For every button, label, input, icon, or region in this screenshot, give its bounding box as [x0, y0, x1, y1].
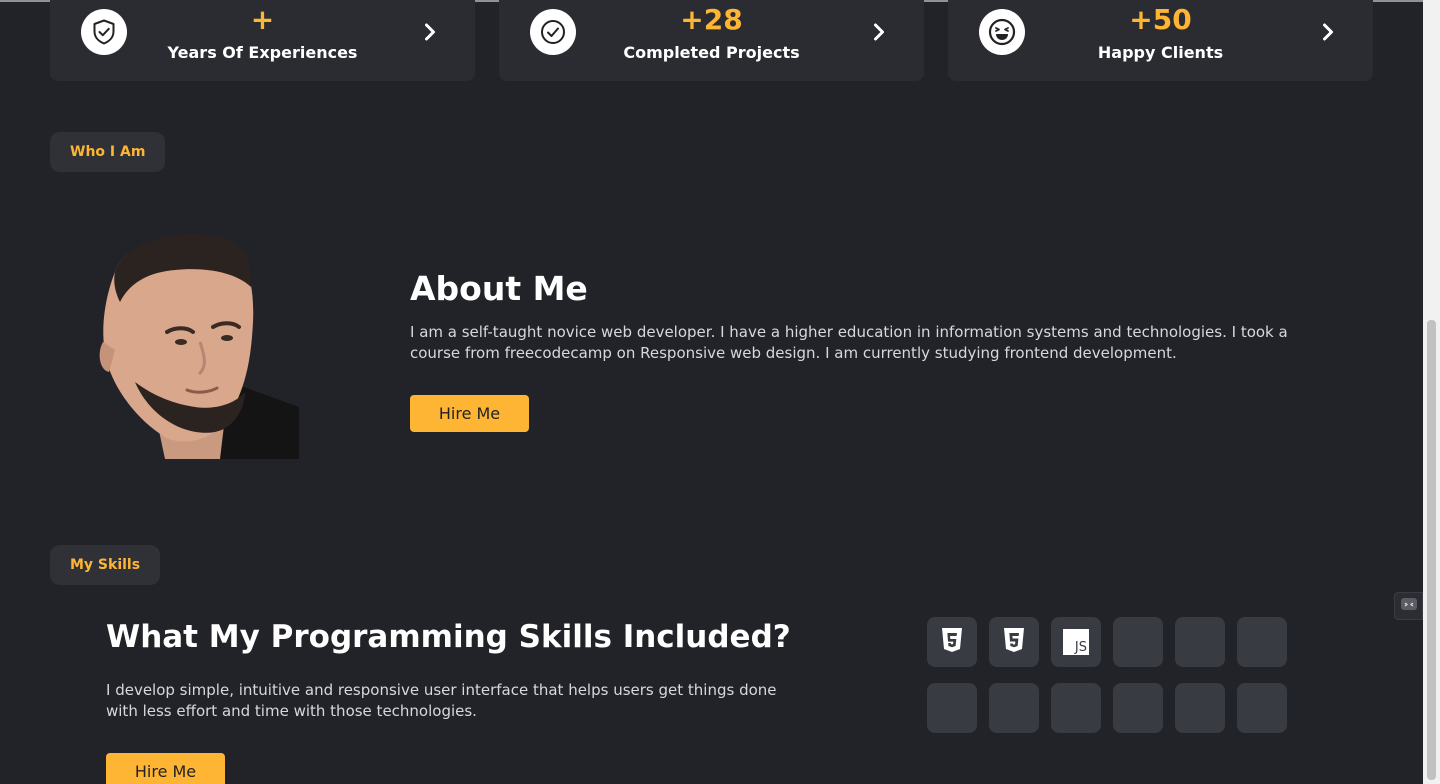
- robot-face-icon: [1400, 596, 1418, 616]
- about-title: About Me: [410, 269, 588, 308]
- stat-label: Years Of Experiences: [167, 43, 358, 62]
- about-description: I am a self-taught novice web developer.…: [410, 323, 1288, 362]
- skill-tile[interactable]: [989, 683, 1039, 733]
- html5-icon: [941, 627, 963, 657]
- chevron-right-icon[interactable]: [1319, 22, 1337, 42]
- floating-widget-button[interactable]: [1394, 592, 1423, 620]
- skill-tile[interactable]: [1175, 683, 1225, 733]
- skill-tile[interactable]: [1237, 683, 1287, 733]
- hire-me-button[interactable]: Hire Me: [410, 395, 529, 432]
- skill-tile[interactable]: [1113, 683, 1163, 733]
- chevron-right-icon[interactable]: [421, 22, 439, 42]
- skills-title: What My Programming Skills Included?: [106, 619, 791, 655]
- js-label: JS: [1074, 640, 1087, 655]
- section-tag-who-i-am: Who I Am: [50, 132, 166, 172]
- stat-value: +28: [680, 3, 743, 36]
- scrollbar-thumb[interactable]: [1427, 320, 1436, 780]
- stat-card-projects[interactable]: +28 Completed Projects: [499, 0, 924, 81]
- skills-icon-grid: JS: [927, 617, 1287, 733]
- chevron-right-icon[interactable]: [870, 22, 888, 42]
- skill-tile-javascript[interactable]: JS: [1051, 617, 1101, 667]
- vertical-scrollbar[interactable]: [1423, 0, 1440, 784]
- skill-tile[interactable]: [927, 683, 977, 733]
- css3-icon: [1003, 627, 1025, 657]
- skill-tile[interactable]: [1175, 617, 1225, 667]
- skill-tile[interactable]: [1051, 683, 1101, 733]
- stat-value: +50: [1129, 3, 1192, 36]
- stat-card-clients[interactable]: +50 Happy Clients: [948, 0, 1373, 81]
- stat-label: Completed Projects: [623, 43, 800, 62]
- javascript-icon: JS: [1063, 629, 1089, 655]
- skills-hire-me-button[interactable]: Hire Me: [106, 753, 225, 784]
- section-tag-my-skills: My Skills: [50, 545, 161, 585]
- skills-description: I develop simple, intuitive and responsi…: [106, 681, 777, 720]
- skill-tile[interactable]: [1113, 617, 1163, 667]
- stat-card-experience[interactable]: + Years Of Experiences: [50, 0, 475, 81]
- stat-label: Happy Clients: [1097, 43, 1224, 62]
- profile-photo: [95, 232, 299, 459]
- stat-value: +: [250, 3, 275, 36]
- skill-tile[interactable]: [1237, 617, 1287, 667]
- skill-tile-html5[interactable]: [927, 617, 977, 667]
- skill-tile-css3[interactable]: [989, 617, 1039, 667]
